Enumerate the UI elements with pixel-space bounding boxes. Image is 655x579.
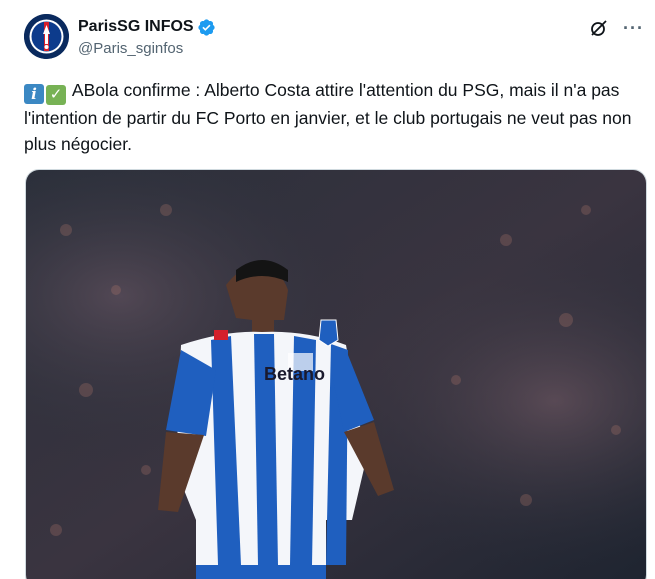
tweet-header: ParisSG INFOS @Paris_sginfos ···: [24, 14, 644, 66]
avatar[interactable]: [24, 14, 69, 59]
check-emoji-icon: ✓: [46, 85, 66, 105]
grok-icon[interactable]: [589, 18, 609, 38]
tweet-photo[interactable]: Betano: [25, 169, 647, 579]
player-photo: Betano: [26, 170, 646, 579]
verified-badge-icon: [197, 18, 215, 36]
author-names: ParisSG INFOS @Paris_sginfos: [78, 16, 216, 57]
header-actions: ···: [589, 18, 644, 38]
display-name[interactable]: ParisSG INFOS: [78, 18, 194, 36]
more-options-icon[interactable]: ···: [623, 18, 644, 38]
shirt-sponsor: Betano: [264, 364, 325, 384]
psg-crest-icon: [24, 14, 69, 59]
display-row: ParisSG INFOS: [78, 16, 216, 38]
tweet-body: ABola confirme : Alberto Costa attire l'…: [24, 80, 632, 154]
info-emoji-icon: i: [24, 84, 44, 104]
tweet-card: ParisSG INFOS @Paris_sginfos ··· i ✓ ABol…: [0, 0, 655, 579]
tweet-text: i ✓ ABola confirme : Alberto Costa attire…: [24, 77, 644, 157]
user-handle[interactable]: @Paris_sginfos: [78, 40, 216, 57]
